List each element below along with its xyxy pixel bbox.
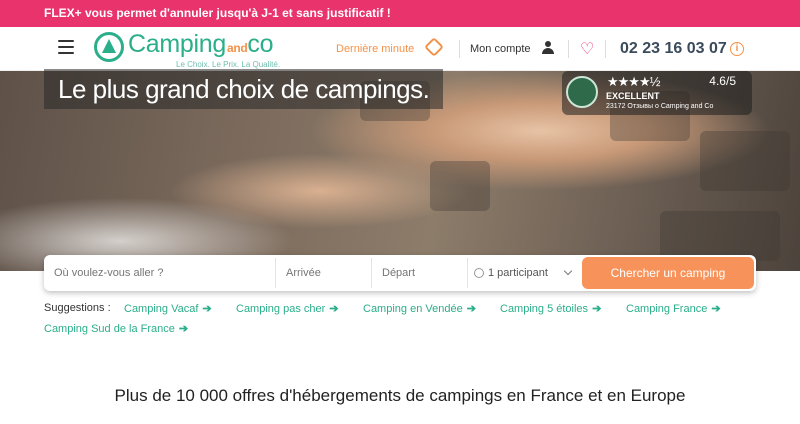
section-title: Plus de 10 000 offres d'hébergements de …: [114, 386, 686, 405]
destination-input[interactable]: [44, 258, 276, 288]
review-count: 23172 Отзывы о Camping and Co: [606, 103, 714, 110]
logo[interactable]: Campingandco Le Choix. Le Prix. La Quali…: [94, 30, 304, 70]
participants-select[interactable]: 1 participant: [468, 258, 580, 288]
search-button[interactable]: Chercher un camping: [582, 257, 754, 289]
arrow-right-icon: ➔: [466, 303, 476, 315]
logo-name: Campingandco: [128, 30, 274, 58]
arrow-right-icon: ➔: [592, 303, 602, 315]
arrow-right-icon: ➔: [711, 303, 721, 315]
hero-title: Le plus grand choix de campings.: [44, 69, 444, 109]
phone-number[interactable]: 02 23 16 03 07: [620, 40, 727, 58]
heart-icon[interactable]: ♡: [580, 39, 594, 59]
suggestion-link[interactable]: Camping 5 étoiles ➔: [500, 302, 601, 315]
info-icon[interactable]: i: [730, 42, 744, 56]
tent-icon: [94, 32, 124, 62]
suggestion-link[interactable]: Camping Sud de la France ➔: [44, 322, 188, 335]
arrival-date-input[interactable]: [276, 258, 372, 288]
suggestion-link[interactable]: Camping France ➔: [626, 302, 721, 315]
suggestion-link[interactable]: Camping en Vendée ➔: [363, 302, 476, 315]
suggestion-link[interactable]: Camping Vacaf ➔: [124, 302, 212, 315]
divider: [459, 40, 460, 58]
suggestions-label: Suggestions :: [44, 302, 111, 314]
promo-banner[interactable]: FLEX+ vous permet d'annuler jusqu'à J-1 …: [0, 0, 800, 27]
review-widget[interactable]: ★★★★½ 4.6/5 EXCELLENT 23172 Отзывы о Cam…: [562, 71, 752, 115]
arrow-right-icon: ➔: [202, 303, 212, 315]
tag-icon[interactable]: [424, 37, 444, 57]
suggestion-link[interactable]: Camping pas cher ➔: [236, 302, 339, 315]
review-badge-icon: [566, 76, 598, 108]
account-link[interactable]: Mon compte: [470, 43, 531, 55]
divider: [568, 40, 569, 58]
divider: [605, 40, 606, 58]
departure-date-input[interactable]: [372, 258, 468, 288]
arrow-right-icon: ➔: [329, 303, 339, 315]
site-header: Campingandco Le Choix. Le Prix. La Quali…: [0, 27, 800, 71]
last-minute-link[interactable]: Dernière minute: [336, 43, 414, 55]
people-icon: [474, 268, 484, 278]
search-bar: 1 participant Chercher un camping: [44, 255, 756, 291]
menu-icon[interactable]: [58, 40, 74, 54]
arrow-right-icon: ➔: [178, 323, 189, 335]
rating-label: EXCELLENT: [606, 91, 660, 101]
user-icon[interactable]: [542, 41, 554, 54]
logo-tagline: Le Choix. Le Prix. La Qualité.: [176, 60, 281, 69]
rating-stars: ★★★★½: [607, 74, 660, 89]
rating-score: 4.6/5: [709, 74, 736, 88]
